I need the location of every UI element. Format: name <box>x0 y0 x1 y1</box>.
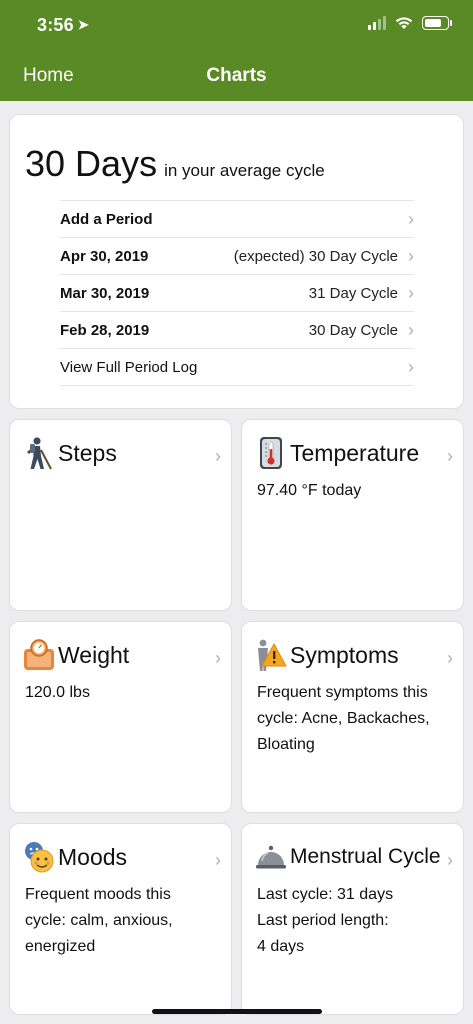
period-row-date: Mar 30, 2019 <box>60 284 150 302</box>
tile-line: Last cycle: 31 days <box>257 886 394 903</box>
chevron-right-icon: › <box>447 648 453 668</box>
period-row-feb-2019[interactable]: Feb 28, 2019 30 Day Cycle › <box>60 312 414 349</box>
tile-description: Frequent symptoms this cycle: Acne, Back… <box>257 680 451 758</box>
tile-line: Last period length: <box>257 912 389 929</box>
average-cycle-days: 30 Days <box>25 143 158 184</box>
period-row-date: Feb 28, 2019 <box>60 321 150 339</box>
cycle-headline: 30 Days in your average cycle <box>25 143 325 185</box>
tile-header: Steps <box>23 436 117 470</box>
chevron-right-icon: › <box>408 319 414 340</box>
period-list: Add a Period › Apr 30, 2019 (expected) 3… <box>60 200 414 386</box>
chevron-right-icon: › <box>215 850 221 870</box>
chevron-right-icon: › <box>215 446 221 466</box>
home-back-button[interactable]: Home <box>23 65 74 87</box>
person-warning-icon <box>255 638 287 672</box>
chevron-right-icon: › <box>447 446 453 466</box>
tile-title: Moods <box>58 843 128 870</box>
hiker-icon <box>23 436 55 470</box>
period-row-value: (expected) 30 Day Cycle <box>233 247 398 265</box>
tile-header: Temperature <box>255 436 419 470</box>
chevron-right-icon: › <box>408 208 414 229</box>
view-period-log-row[interactable]: View Full Period Log › <box>60 349 414 386</box>
tile-line: 120.0 lbs <box>25 684 90 701</box>
add-period-row[interactable]: Add a Period › <box>60 201 414 238</box>
location-arrow-icon: ➤ <box>77 17 89 32</box>
chevron-right-icon: › <box>447 850 453 870</box>
chevron-right-icon: › <box>215 648 221 668</box>
steps-tile[interactable]: Steps › <box>9 419 232 611</box>
tile-line: energized <box>25 938 96 955</box>
wifi-icon <box>395 17 413 29</box>
cellular-signal-icon <box>368 16 386 30</box>
battery-icon <box>422 16 452 30</box>
scale-icon <box>23 638 55 672</box>
moods-tile[interactable]: Moods › Frequent moods this cycle: calm,… <box>9 823 232 1015</box>
faces-icon <box>23 840 55 874</box>
tile-description: 97.40 °F today <box>257 478 451 504</box>
home-indicator[interactable] <box>152 1009 322 1014</box>
symptoms-tile[interactable]: Symptoms › Frequent symptoms this cycle:… <box>241 621 464 813</box>
tile-title: Weight <box>58 641 130 668</box>
header-bar: 3:56 ➤ Home Charts <box>0 0 473 101</box>
menstrual-cycle-tile[interactable]: Menstrual Cycle › Last cycle: 31 days La… <box>241 823 464 1015</box>
chevron-right-icon: › <box>408 356 414 377</box>
tile-title: Temperature <box>290 439 420 466</box>
tile-line: 97.40 °F today <box>257 482 362 499</box>
period-row-label: Add a Period <box>60 210 153 228</box>
temperature-tile[interactable]: Temperature › 97.40 °F today <box>241 419 464 611</box>
tile-line: Frequent moods this <box>25 886 171 903</box>
status-time-text: 3:56 <box>37 15 74 35</box>
weight-tile[interactable]: Weight › 120.0 lbs <box>9 621 232 813</box>
tile-header: Weight <box>23 638 129 672</box>
tile-line: cycle: calm, anxious, <box>25 912 173 929</box>
tile-title: Symptoms <box>290 641 399 668</box>
tile-description: 120.0 lbs <box>25 680 219 706</box>
cycle-summary-card: 30 Days in your average cycle Add a Peri… <box>9 114 464 409</box>
status-time: 3:56 ➤ <box>37 15 89 36</box>
tile-description: Last cycle: 31 days Last period length: … <box>257 882 451 960</box>
tile-title: Steps <box>58 439 117 466</box>
period-row-label: View Full Period Log <box>60 358 198 376</box>
period-row-value: 31 Day Cycle <box>308 284 398 302</box>
tile-title: Menstrual Cycle <box>290 845 441 868</box>
tile-line: 4 days <box>257 938 305 955</box>
chevron-right-icon: › <box>408 245 414 266</box>
period-row-value: 30 Day Cycle <box>308 321 398 339</box>
average-cycle-caption: in your average cycle <box>164 161 325 180</box>
tile-description: Frequent moods this cycle: calm, anxious… <box>25 882 219 960</box>
tile-header: Moods <box>23 840 127 874</box>
tile-line: Bloating <box>257 736 315 753</box>
chevron-right-icon: › <box>408 282 414 303</box>
thermometer-icon <box>255 436 287 470</box>
tile-line: Frequent symptoms this <box>257 684 428 701</box>
status-icons <box>368 16 452 30</box>
period-row-date: Apr 30, 2019 <box>60 247 149 265</box>
period-row-apr-2019[interactable]: Apr 30, 2019 (expected) 30 Day Cycle › <box>60 238 414 275</box>
cloche-icon <box>255 840 287 874</box>
tile-header: Menstrual Cycle <box>255 840 441 874</box>
period-row-mar-2019[interactable]: Mar 30, 2019 31 Day Cycle › <box>60 275 414 312</box>
tile-header: Symptoms <box>255 638 399 672</box>
tile-line: cycle: Acne, Backaches, <box>257 710 430 727</box>
